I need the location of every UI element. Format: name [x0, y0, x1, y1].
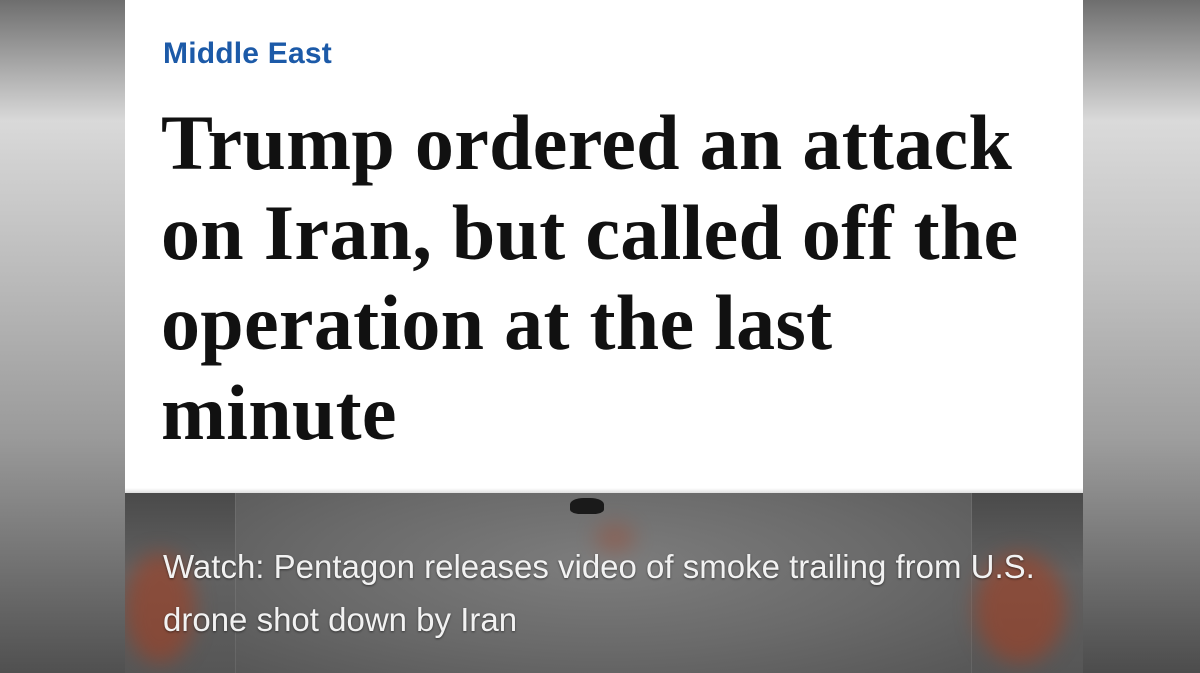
right-blurred-backdrop	[1075, 0, 1200, 673]
left-blurred-backdrop	[0, 0, 125, 673]
video-thumbnail[interactable]: Watch: Pentagon releases video of smoke …	[125, 493, 1083, 673]
article-card: Middle East Trump ordered an attack on I…	[125, 0, 1083, 493]
video-caption[interactable]: Watch: Pentagon releases video of smoke …	[163, 540, 1063, 646]
article-headline[interactable]: Trump ordered an attack on Iran, but cal…	[161, 98, 1061, 458]
drone-silhouette	[570, 498, 604, 514]
section-label[interactable]: Middle East	[163, 37, 332, 71]
screen: Middle East Trump ordered an attack on I…	[0, 0, 1200, 673]
